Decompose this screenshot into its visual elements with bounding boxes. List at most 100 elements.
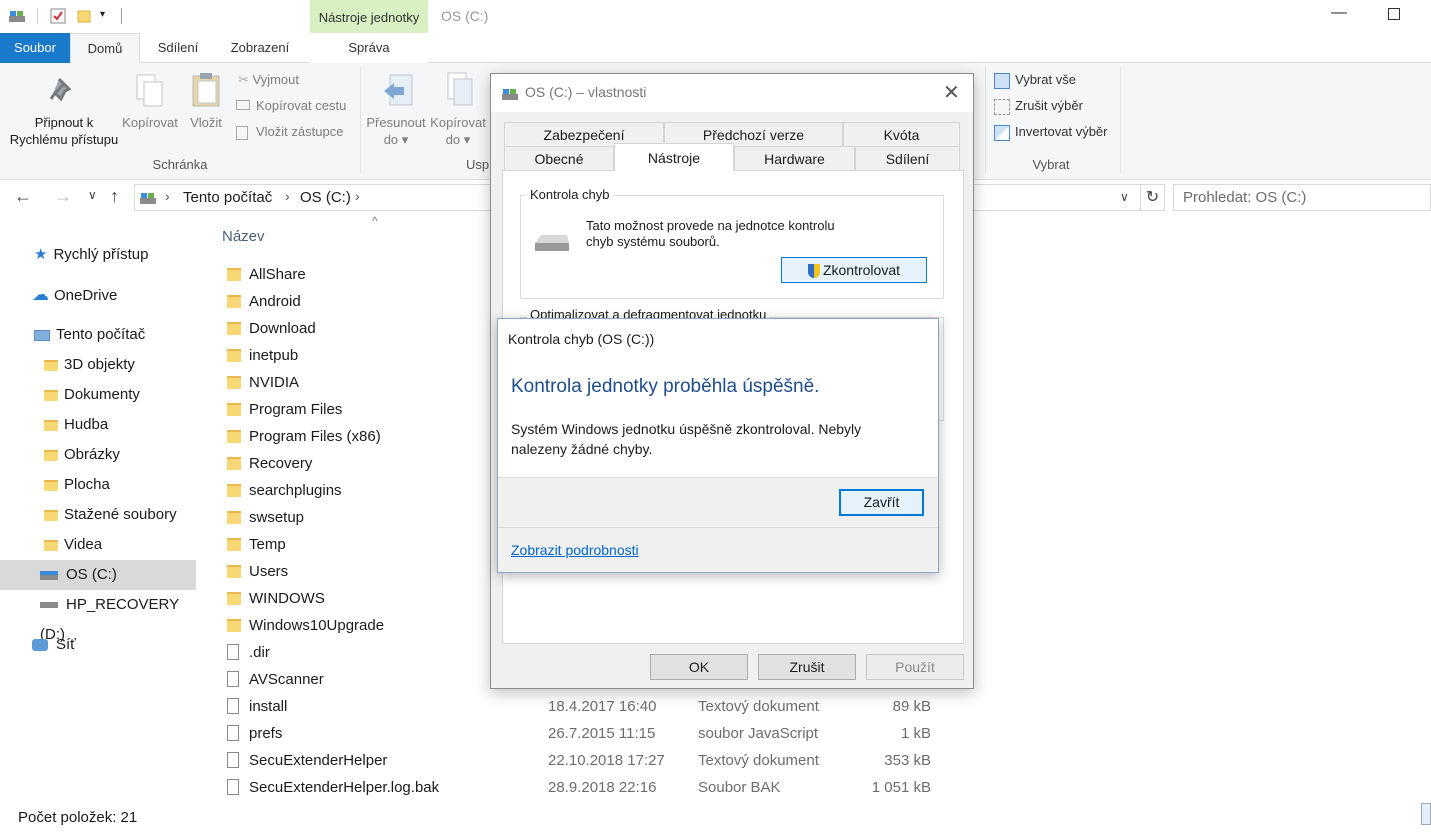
- new-folder-icon[interactable]: [76, 8, 92, 24]
- select-all-icon: [994, 72, 1010, 89]
- invert-selection-label: Invertovat výběr: [1015, 124, 1108, 139]
- pin-quick-access-button[interactable]: Připnout k Rychlému přístupu: [4, 114, 124, 148]
- nav-os-c[interactable]: OS (C:): [0, 560, 196, 590]
- move-to-button[interactable]: Přesunout do ▾: [366, 114, 426, 148]
- nav-quick-access[interactable]: ★ Rychlý přístup: [0, 240, 196, 270]
- document-icon: [227, 725, 239, 741]
- tab-general[interactable]: Obecné: [504, 146, 614, 170]
- nav-videos[interactable]: Videa: [0, 530, 196, 560]
- invert-selection-button[interactable]: Invertovat výběr: [994, 121, 1108, 143]
- nav-recovery-d[interactable]: HP_RECOVERY (D:): [0, 590, 196, 643]
- qat-dropdown-icon[interactable]: ▾: [100, 9, 105, 20]
- check-button[interactable]: Zkontrolovat: [781, 257, 927, 283]
- computer-icon: [34, 329, 50, 341]
- nav-network[interactable]: Síť: [0, 630, 196, 660]
- breadcrumb-this-pc[interactable]: Tento počítač: [183, 189, 272, 206]
- nav-os-c-label: OS (C:): [66, 566, 117, 583]
- file-size: 1 051 kB: [871, 779, 931, 796]
- tab-file[interactable]: Soubor: [0, 33, 70, 63]
- refresh-icon[interactable]: ↻: [1141, 184, 1165, 211]
- ribbon-tab-row: Soubor Domů Sdílení Zobrazení Správa: [0, 33, 1431, 64]
- nav-downloads[interactable]: Stažené soubory: [0, 500, 196, 530]
- maximize-icon[interactable]: [1388, 8, 1400, 20]
- tab-sharing[interactable]: Sdílení: [855, 146, 960, 170]
- search-placeholder: Prohledat: OS (C:): [1183, 189, 1307, 206]
- recent-locations-icon[interactable]: ∨: [88, 188, 97, 202]
- file-type: Soubor BAK: [698, 779, 781, 796]
- folder-icon: [227, 376, 241, 389]
- document-icon: [227, 698, 239, 714]
- details-view-icon[interactable]: [1421, 803, 1431, 825]
- chevron-right-icon[interactable]: ›: [355, 188, 360, 204]
- address-dropdown-icon[interactable]: ∨: [1120, 190, 1129, 204]
- sort-ascending-icon: ^: [372, 214, 378, 228]
- scissors-icon: ✂: [238, 72, 253, 87]
- up-arrow-icon[interactable]: ↑: [110, 186, 119, 207]
- nav-this-pc[interactable]: Tento počítač: [0, 320, 196, 350]
- file-name: Download: [249, 320, 316, 337]
- error-check-title: Kontrola chyb (OS (C:)): [508, 331, 655, 347]
- copy-button[interactable]: Kopírovat: [118, 114, 182, 131]
- select-all-label: Vybrat vše: [1015, 72, 1076, 87]
- tab-quota[interactable]: Kvóta: [843, 122, 960, 146]
- list-item[interactable]: prefs 26.7.2015 11:15 soubor JavaScript 1 k…: [222, 720, 952, 747]
- minimize-icon[interactable]: —: [1331, 4, 1347, 22]
- paste-button[interactable]: Vložit: [182, 114, 230, 131]
- ok-button[interactable]: OK: [650, 654, 748, 680]
- list-item[interactable]: SecuExtenderHelper.log.bak 28.9.2018 22:1…: [222, 774, 952, 801]
- nav-pictures[interactable]: Obrázky: [0, 440, 196, 470]
- close-icon[interactable]: ✕: [943, 80, 960, 105]
- drive-icon: [501, 86, 519, 105]
- tab-view[interactable]: Zobrazení: [220, 33, 300, 63]
- document-icon: [227, 644, 239, 660]
- title-bar: ▾ Nástroje jednotky OS (C:) —: [0, 0, 1431, 63]
- cut-button[interactable]: ✂ Vyjmout: [238, 69, 299, 91]
- nav-documents[interactable]: Dokumenty: [0, 380, 196, 410]
- paste-shortcut-button[interactable]: Vložit zástupce: [236, 121, 343, 143]
- file-name: AllShare: [249, 266, 306, 283]
- drive-app-icon[interactable]: [8, 8, 25, 24]
- file-type: soubor JavaScript: [698, 725, 819, 742]
- cloud-icon: ☁: [32, 285, 49, 304]
- folder-icon: [44, 359, 58, 371]
- file-name: Android: [249, 293, 301, 310]
- close-button[interactable]: Zavřít: [839, 489, 924, 516]
- tab-hardware[interactable]: Hardware: [734, 146, 855, 170]
- nav-onedrive[interactable]: ☁ OneDrive: [0, 280, 196, 310]
- copy-to-button[interactable]: Kopírovat do ▾: [428, 114, 488, 148]
- cancel-button[interactable]: Zrušit: [758, 654, 856, 680]
- back-arrow-icon[interactable]: ←: [14, 186, 32, 207]
- error-check-dialog: Kontrola chyb (OS (C:)) Kontrola jednotk…: [497, 318, 939, 573]
- pin-label-1: Připnout k: [34, 115, 94, 130]
- folder-icon: [227, 511, 241, 524]
- list-item[interactable]: SecuExtenderHelper 22.10.2018 17:27 Textov…: [222, 747, 952, 774]
- tab-manage[interactable]: Správa: [310, 33, 428, 63]
- nav-3d-objects[interactable]: 3D objekty: [0, 350, 196, 380]
- list-item[interactable]: install 18.4.2017 16:40 Textový dokument 89…: [222, 693, 952, 720]
- error-check-desc-line-2: chyb systému souborů.: [586, 234, 720, 249]
- status-bar: Počet položek: 21: [0, 803, 1431, 832]
- forward-arrow-icon[interactable]: →: [54, 186, 72, 207]
- search-input[interactable]: Prohledat: OS (C:): [1173, 184, 1431, 211]
- folder-icon: [227, 565, 241, 578]
- move-to-icon: [382, 73, 418, 109]
- file-name: prefs: [249, 725, 283, 742]
- show-details-link[interactable]: Zobrazit podrobnosti: [511, 542, 639, 558]
- copy-path-button[interactable]: Kopírovat cestu: [236, 95, 346, 117]
- apply-button[interactable]: Použít: [866, 654, 964, 680]
- select-none-button[interactable]: Zrušit výběr: [994, 95, 1083, 117]
- nav-documents-label: Dokumenty: [64, 386, 140, 403]
- select-all-button[interactable]: Vybrat vše: [994, 69, 1076, 91]
- tab-share[interactable]: Sdílení: [146, 33, 210, 63]
- file-date: 28.9.2018 22:16: [548, 779, 657, 796]
- column-header-name[interactable]: Název: [222, 228, 265, 245]
- error-check-heading: Kontrola jednotky proběhla úspěšně.: [511, 376, 820, 397]
- breadcrumb-os-c[interactable]: OS (C:): [300, 189, 351, 206]
- tab-tools[interactable]: Nástroje: [614, 143, 734, 171]
- properties-icon[interactable]: [50, 8, 66, 24]
- nav-desktop[interactable]: Plocha: [0, 470, 196, 500]
- tab-home[interactable]: Domů: [70, 33, 140, 64]
- error-check-button-bar: Zavřít: [498, 477, 938, 528]
- file-name: Temp: [249, 536, 286, 553]
- nav-music[interactable]: Hudba: [0, 410, 196, 440]
